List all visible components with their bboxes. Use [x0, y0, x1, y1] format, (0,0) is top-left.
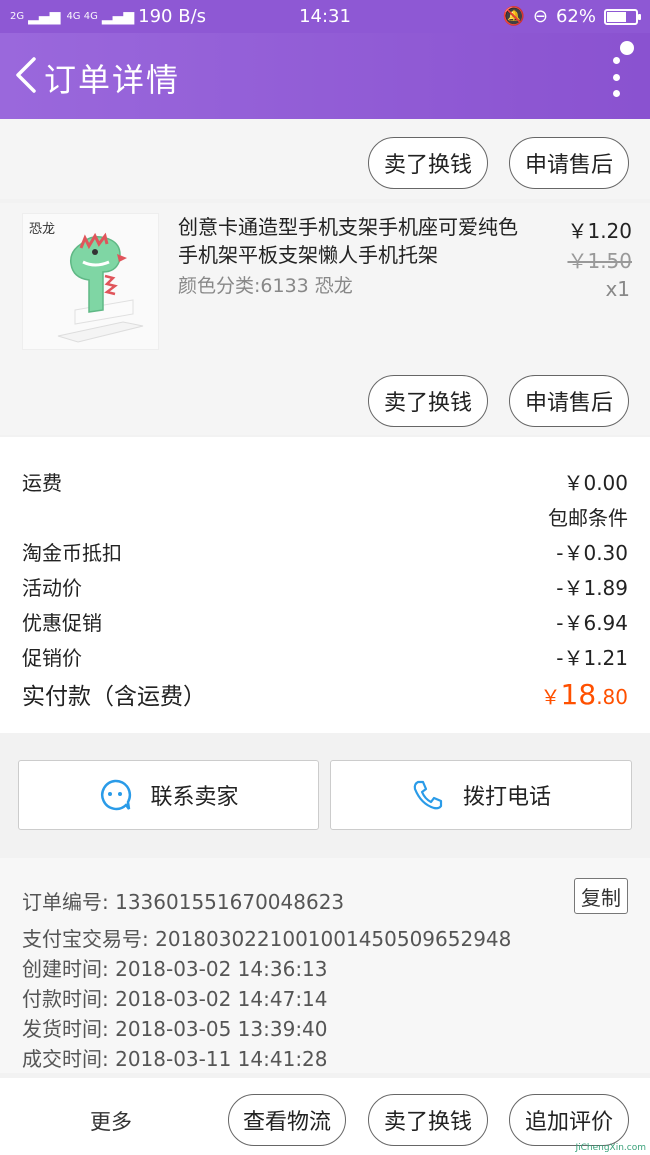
- paid-time: 付款时间: 2018-03-02 14:47:14: [22, 987, 328, 1011]
- order-top-actions: 卖了换钱 申请售后: [0, 119, 650, 199]
- order-info: 订单编号: 133601551670048623 复制 支付宝交易号: 2018…: [0, 858, 650, 1073]
- order-number: 订单编号: 133601551670048623: [22, 890, 345, 914]
- total-amount: ￥18.80: [541, 678, 628, 711]
- app-header: 订单详情: [0, 33, 650, 119]
- fee-label: 促销价: [22, 646, 82, 670]
- sell-button[interactable]: 卖了换钱: [368, 137, 488, 189]
- total-paid-row: 实付款（含运费） ￥18.80: [22, 677, 628, 711]
- product-title[interactable]: 创意卡通造型手机支架手机座可爱纯色手机架平板支架懒人手机托架: [178, 213, 518, 269]
- total-currency: ￥: [540, 685, 561, 709]
- fee-value: ￥0.00: [563, 471, 628, 495]
- total-integer: 18: [560, 678, 597, 711]
- bottom-action-bar: 更多 查看物流 卖了换钱 追加评价 JiChengXin.com: [0, 1078, 650, 1155]
- rotation-lock-icon: ⊖: [532, 6, 548, 27]
- fee-row: 优惠促销 -￥6.94: [22, 607, 628, 636]
- notification-dot: [620, 41, 634, 55]
- after-sale-button[interactable]: 申请售后: [509, 137, 629, 189]
- shipped-time: 发货时间: 2018-03-05 13:39:40: [22, 1017, 328, 1041]
- watermark: JiChengXin.com: [575, 1143, 646, 1153]
- order-fees: 运费 ￥0.00 包邮条件 淘金币抵扣 -￥0.30 活动价 -￥1.89 优惠…: [0, 437, 650, 733]
- product-sku: 颜色分类:6133 恐龙: [178, 275, 353, 297]
- view-logistics-button[interactable]: 查看物流: [228, 1094, 346, 1146]
- completed-time: 成交时间: 2018-03-11 14:41:28: [22, 1047, 328, 1071]
- fee-value: -￥1.21: [556, 646, 628, 670]
- fee-value: -￥6.94: [556, 611, 628, 635]
- contact-bar: 联系卖家 拨打电话: [0, 748, 650, 840]
- fee-row: 促销价 -￥1.21: [22, 642, 628, 671]
- product-original-price: ￥1.50: [567, 249, 632, 273]
- product-price: ￥1.20: [567, 219, 632, 243]
- product-quantity: x1: [605, 277, 630, 301]
- fee-row-shipping: 运费 ￥0.00: [22, 467, 628, 496]
- item-sell-button[interactable]: 卖了换钱: [368, 375, 488, 427]
- alipay-trade-number: 支付宝交易号: 2018030221001001450509652948: [22, 927, 512, 951]
- free-shipping-row: 包邮条件: [22, 502, 628, 531]
- mute-bell-icon: 🔕: [502, 6, 525, 27]
- more-button[interactable]: 更多: [90, 1106, 132, 1136]
- total-label: 实付款（含运费）: [22, 684, 206, 710]
- dinosaur-phone-stand-image: [57, 232, 144, 343]
- created-time: 创建时间: 2018-03-02 14:36:13: [22, 957, 328, 981]
- order-item[interactable]: 恐龙 创意卡通造型手机支架手机座可爱纯色手机架平板支架懒人手机托架 颜色分类:6…: [0, 203, 650, 435]
- product-image[interactable]: 恐龙: [22, 213, 159, 350]
- item-after-sale-button[interactable]: 申请售后: [509, 375, 629, 427]
- status-right: 🔕 ⊖ 62%: [502, 6, 641, 27]
- call-phone-button[interactable]: 拨打电话: [330, 760, 632, 830]
- chat-bubble-icon: [101, 779, 132, 811]
- phone-icon: [413, 780, 443, 810]
- total-decimal: .80: [596, 685, 628, 709]
- fee-row: 淘金币抵扣 -￥0.30: [22, 537, 628, 566]
- copy-order-button[interactable]: 复制: [574, 878, 628, 914]
- page-title: 订单详情: [44, 61, 181, 99]
- status-bar: 2G ▂▄▆ 4G 4G ▂▄▆ 190 B/s 14:31 🔕 ⊖ 62%: [0, 0, 650, 33]
- back-arrow-icon[interactable]: [12, 53, 42, 97]
- bottom-sell-button[interactable]: 卖了换钱: [368, 1094, 488, 1146]
- free-shipping-link[interactable]: 包邮条件: [548, 502, 628, 531]
- fee-label: 优惠促销: [22, 611, 102, 635]
- contact-seller-button[interactable]: 联系卖家: [18, 760, 319, 830]
- fee-label: 活动价: [22, 576, 82, 600]
- add-review-button[interactable]: 追加评价: [509, 1094, 629, 1146]
- fee-row: 活动价 -￥1.89: [22, 572, 628, 601]
- fee-value: -￥0.30: [556, 541, 628, 565]
- fee-label: 运费: [22, 471, 62, 495]
- contact-seller-label: 联系卖家: [150, 785, 239, 810]
- fee-value: -￥1.89: [556, 576, 628, 600]
- more-menu-icon[interactable]: [610, 57, 622, 97]
- battery-percent: 62%: [555, 6, 596, 27]
- call-phone-label: 拨打电话: [462, 785, 551, 810]
- battery-icon: [604, 8, 641, 25]
- fee-label: 淘金币抵扣: [22, 541, 122, 565]
